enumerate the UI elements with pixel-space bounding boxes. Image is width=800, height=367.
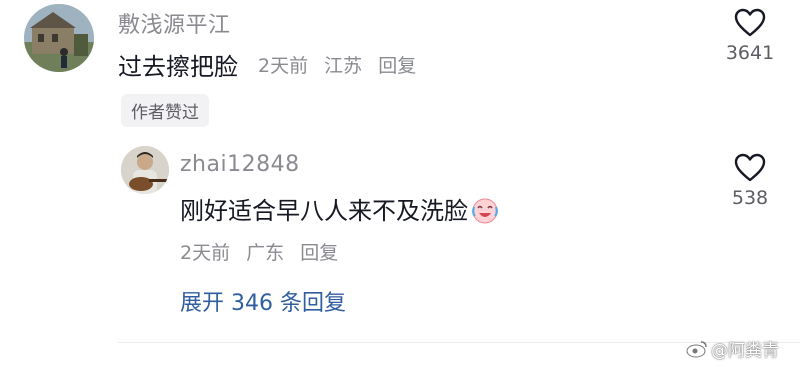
reply-location: 广东 (246, 242, 285, 264)
reply-time: 2天前 (180, 242, 231, 264)
reply-meta: 2天前 广东 回复 (180, 238, 348, 265)
commenter-avatar[interactable] (24, 4, 94, 72)
comment-text: 过去擦把脸 (118, 53, 238, 81)
watermark: @阿粪青 (686, 336, 779, 361)
reply-like-count: 538 (731, 187, 769, 209)
weibo-logo-icon (686, 340, 707, 357)
watermark-text: @阿粪青 (711, 341, 779, 361)
comment-location: 江苏 (324, 55, 363, 77)
comment-meta: 2天前 江苏 回复 (258, 51, 426, 78)
heart-outline-icon (734, 8, 766, 37)
commenter-username[interactable]: 敷浅源平江 (118, 7, 231, 39)
heart-outline-icon (734, 153, 766, 182)
reply-text-content: 刚好适合早八人来不及洗脸 (180, 197, 468, 225)
comment-like-button[interactable]: 3641 (715, 8, 785, 64)
comment-like-count: 3641 (725, 42, 775, 64)
comment-time: 2天前 (258, 55, 309, 77)
reply-reply-button[interactable]: 回复 (300, 242, 338, 264)
comment-reply-button[interactable]: 回复 (378, 55, 416, 77)
expand-replies-button[interactable]: 展开 346 条回复 (180, 285, 346, 317)
reply-text: 刚好适合早八人来不及洗脸 (180, 191, 500, 231)
replier-username[interactable]: zhai12848 (180, 152, 300, 177)
reply-like-button[interactable]: 538 (715, 153, 785, 209)
crying-laughing-face-icon (470, 195, 500, 231)
replier-avatar[interactable] (121, 146, 169, 194)
author-liked-badge: 作者赞过 (121, 94, 209, 127)
